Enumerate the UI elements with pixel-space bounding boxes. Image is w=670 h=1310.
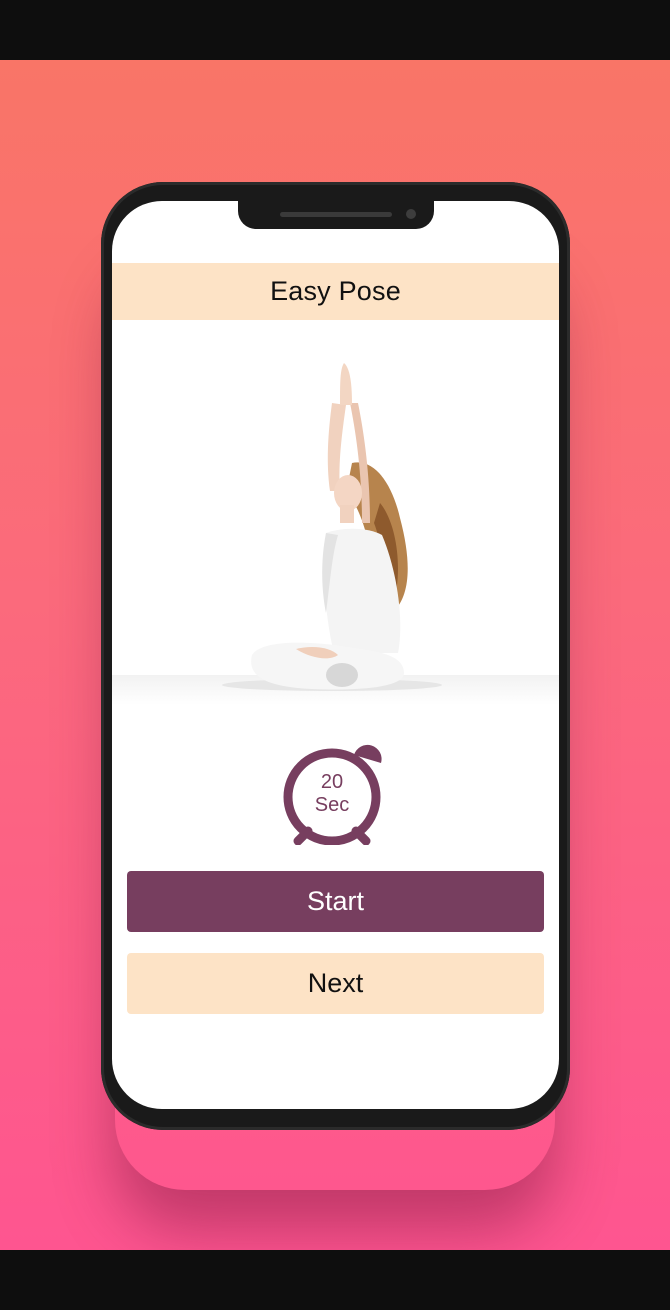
page-title: Easy Pose — [270, 276, 401, 306]
header-bar: Easy Pose — [112, 263, 559, 320]
speaker-grille — [280, 212, 392, 217]
timer-unit: Sec — [314, 794, 350, 816]
bottom-bar — [0, 1250, 670, 1310]
top-bar — [0, 0, 670, 60]
timer-value: 20 — [320, 771, 344, 793]
phone-screen: Easy Pose 20 Sec Start Next — [112, 201, 559, 1109]
background-stage: Easy Pose 20 Sec Start Next — [0, 60, 670, 1250]
phone-notch — [238, 201, 434, 229]
start-button[interactable]: Start — [127, 871, 544, 932]
pose-image — [112, 323, 559, 705]
next-button[interactable]: Next — [127, 953, 544, 1014]
timer-label: 20 Sec — [302, 771, 362, 817]
yoga-pose-illustration — [112, 363, 559, 705]
timer: 20 Sec — [282, 741, 386, 846]
camera-icon — [406, 209, 416, 219]
phone-frame: Easy Pose 20 Sec Start Next — [101, 182, 570, 1130]
